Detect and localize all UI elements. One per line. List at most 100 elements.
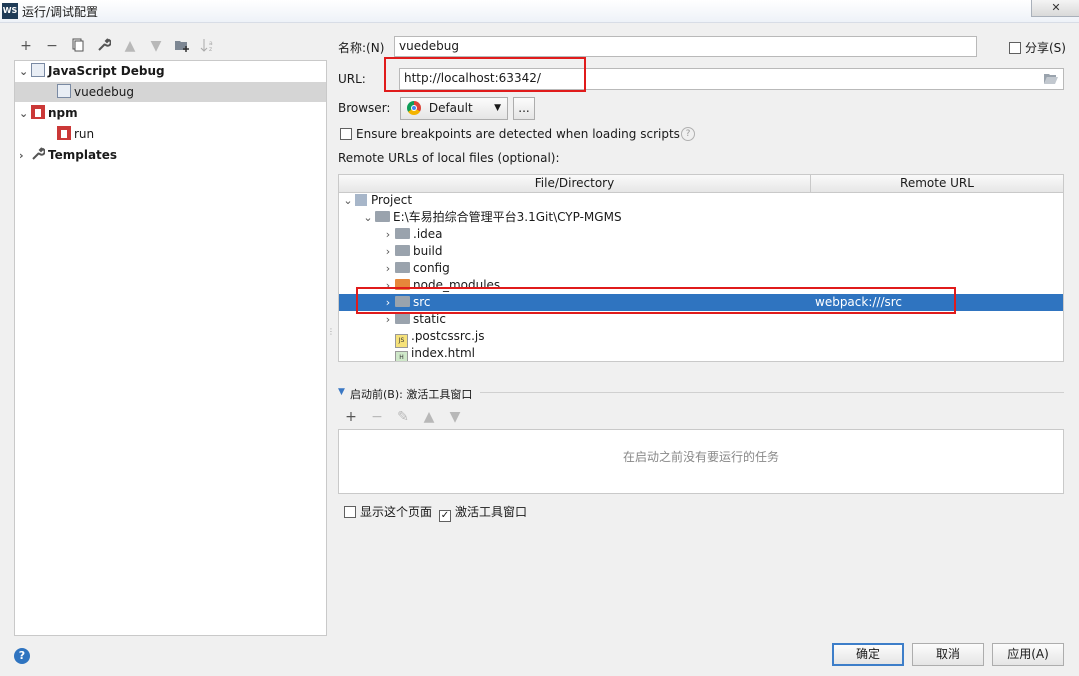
tree-label: run: [74, 127, 95, 141]
tree-node-templates[interactable]: › Templates: [19, 145, 117, 165]
plus-icon[interactable]: +: [343, 409, 359, 425]
row-label: E:\车易拍综合管理平台3.1Git\CYP-MGMS: [393, 210, 622, 224]
divider: [480, 392, 1064, 393]
folder-icon: [395, 313, 410, 324]
row-label: build: [413, 244, 443, 258]
remote-urls-table[interactable]: File/Directory Remote URL ⌄ Project ⌄ E:\车…: [338, 174, 1064, 362]
check-icon[interactable]: ✓: [439, 510, 451, 522]
column-header-file[interactable]: File/Directory: [339, 175, 811, 193]
arrow-down-icon[interactable]: ▼: [447, 409, 463, 425]
copy-icon[interactable]: [70, 38, 86, 54]
tree-label: vuedebug: [74, 85, 134, 99]
folder-icon: [395, 245, 410, 256]
arrow-down-icon[interactable]: ▼: [148, 38, 164, 54]
folder-add-icon[interactable]: [174, 38, 190, 54]
name-label: 名称:(N): [338, 41, 385, 55]
arrow-up-icon[interactable]: ▲: [122, 38, 138, 54]
table-row[interactable]: ⌄ E:\车易拍综合管理平台3.1Git\CYP-MGMS: [339, 209, 1063, 226]
plus-icon[interactable]: +: [18, 38, 34, 54]
apply-button[interactable]: 应用(A): [992, 643, 1064, 666]
sort-icon[interactable]: az: [200, 38, 216, 54]
row-label: .postcssrc.js: [411, 329, 485, 343]
before-launch-header[interactable]: 启动前(B): 激活工具窗口: [350, 386, 472, 402]
tree-node-vuedebug[interactable]: vuedebug: [15, 82, 326, 102]
ensure-label: Ensure breakpoints are detected when loa…: [356, 127, 680, 141]
chevron-down-icon[interactable]: ⌄: [341, 192, 355, 209]
title-bar: [0, 0, 1079, 23]
help-button[interactable]: ?: [14, 648, 30, 664]
chevron-down-icon[interactable]: ⌄: [19, 62, 31, 82]
annotation-highlight-url: [384, 57, 586, 92]
empty-task-text: 在启动之前没有要运行的任务: [622, 450, 779, 464]
share-checkbox[interactable]: 分享(S): [1009, 39, 1066, 56]
tree-node-javascript-debug[interactable]: ⌄ JavaScript Debug: [19, 61, 324, 81]
close-button[interactable]: ✕: [1031, 0, 1079, 17]
folder-icon: [375, 211, 390, 222]
cancel-button[interactable]: 取消: [912, 643, 984, 666]
npm-icon: [57, 126, 71, 140]
share-checkbox-box[interactable]: [1009, 42, 1021, 54]
svg-text:z: z: [209, 46, 212, 52]
activate-tool-checkbox[interactable]: ✓ 激活工具窗口: [439, 503, 527, 522]
tree-label: npm: [48, 106, 78, 120]
project-icon: [355, 194, 367, 206]
chevron-right-icon[interactable]: ›: [381, 260, 395, 277]
chevron-down-icon[interactable]: ⌄: [19, 104, 31, 124]
show-page-checkbox-box[interactable]: [344, 506, 356, 518]
wrench-icon[interactable]: [96, 38, 112, 54]
chevron-right-icon[interactable]: ›: [381, 226, 395, 243]
html-file-icon: H: [395, 351, 408, 361]
browser-more-button[interactable]: ...: [513, 97, 535, 120]
splitter-handle[interactable]: ⋮: [327, 328, 335, 342]
chevron-right-icon[interactable]: ›: [381, 243, 395, 260]
folder-icon: [395, 262, 410, 273]
table-row[interactable]: › build: [339, 243, 1063, 260]
minus-icon[interactable]: −: [44, 38, 60, 54]
browser-value: Default: [428, 101, 473, 115]
folder-icon: [395, 228, 410, 239]
table-row[interactable]: › config: [339, 260, 1063, 277]
ok-button[interactable]: 确定: [832, 643, 904, 666]
share-label: 分享(S): [1025, 41, 1066, 55]
npm-icon: [31, 105, 45, 119]
table-row[interactable]: Hindex.html: [339, 345, 1063, 361]
show-page-checkbox[interactable]: 显示这个页面: [344, 503, 432, 520]
chevron-down-icon[interactable]: ⌄: [361, 209, 375, 226]
activate-tool-label: 激活工具窗口: [455, 505, 528, 519]
folder-open-icon[interactable]: [1043, 73, 1059, 85]
table-row[interactable]: ⌄ Project: [339, 192, 1063, 209]
annotation-highlight-src: [356, 287, 956, 314]
ensure-checkbox-box[interactable]: [340, 128, 352, 140]
table-row[interactable]: › .idea: [339, 226, 1063, 243]
tree-label: JavaScript Debug: [48, 64, 165, 78]
tree-label: Templates: [48, 148, 118, 162]
arrow-up-icon[interactable]: ▲: [421, 409, 437, 425]
row-label: static: [413, 312, 446, 326]
minus-icon[interactable]: −: [369, 409, 385, 425]
collapse-triangle-icon[interactable]: ▼: [338, 387, 345, 397]
tree-node-npm[interactable]: ⌄ npm: [19, 103, 78, 123]
chevron-right-icon[interactable]: ›: [19, 146, 31, 166]
show-page-label: 显示这个页面: [360, 505, 433, 519]
js-debug-icon: [31, 63, 45, 77]
browser-label: Browser:: [338, 101, 391, 115]
window-title: 运行/调试配置: [22, 5, 99, 19]
pencil-icon[interactable]: ✎: [395, 409, 411, 425]
browser-select[interactable]: Default ▼: [400, 97, 508, 120]
help-icon[interactable]: ?: [681, 127, 695, 141]
row-label: index.html: [411, 346, 475, 360]
name-field[interactable]: vuedebug: [394, 36, 977, 57]
tree-node-run[interactable]: run: [57, 124, 94, 144]
app-logo: WS: [2, 3, 18, 19]
remote-urls-label: Remote URLs of local files (optional):: [338, 151, 560, 165]
row-label: .idea: [413, 227, 443, 241]
row-label: Project: [371, 193, 413, 207]
chrome-icon: [407, 101, 421, 115]
table-row[interactable]: JS .postcssrc.js: [339, 328, 1063, 348]
ensure-breakpoints-checkbox[interactable]: Ensure breakpoints are detected when loa…: [340, 127, 680, 141]
before-launch-list[interactable]: 在启动之前没有要运行的任务: [338, 429, 1064, 494]
chevron-down-icon: ▼: [494, 103, 501, 113]
js-debug-icon: [57, 84, 71, 98]
column-header-remote[interactable]: Remote URL: [811, 175, 1063, 193]
config-tree[interactable]: ⌄ JavaScript Debug vuedebug ⌄ npm run › Tem…: [14, 60, 327, 636]
